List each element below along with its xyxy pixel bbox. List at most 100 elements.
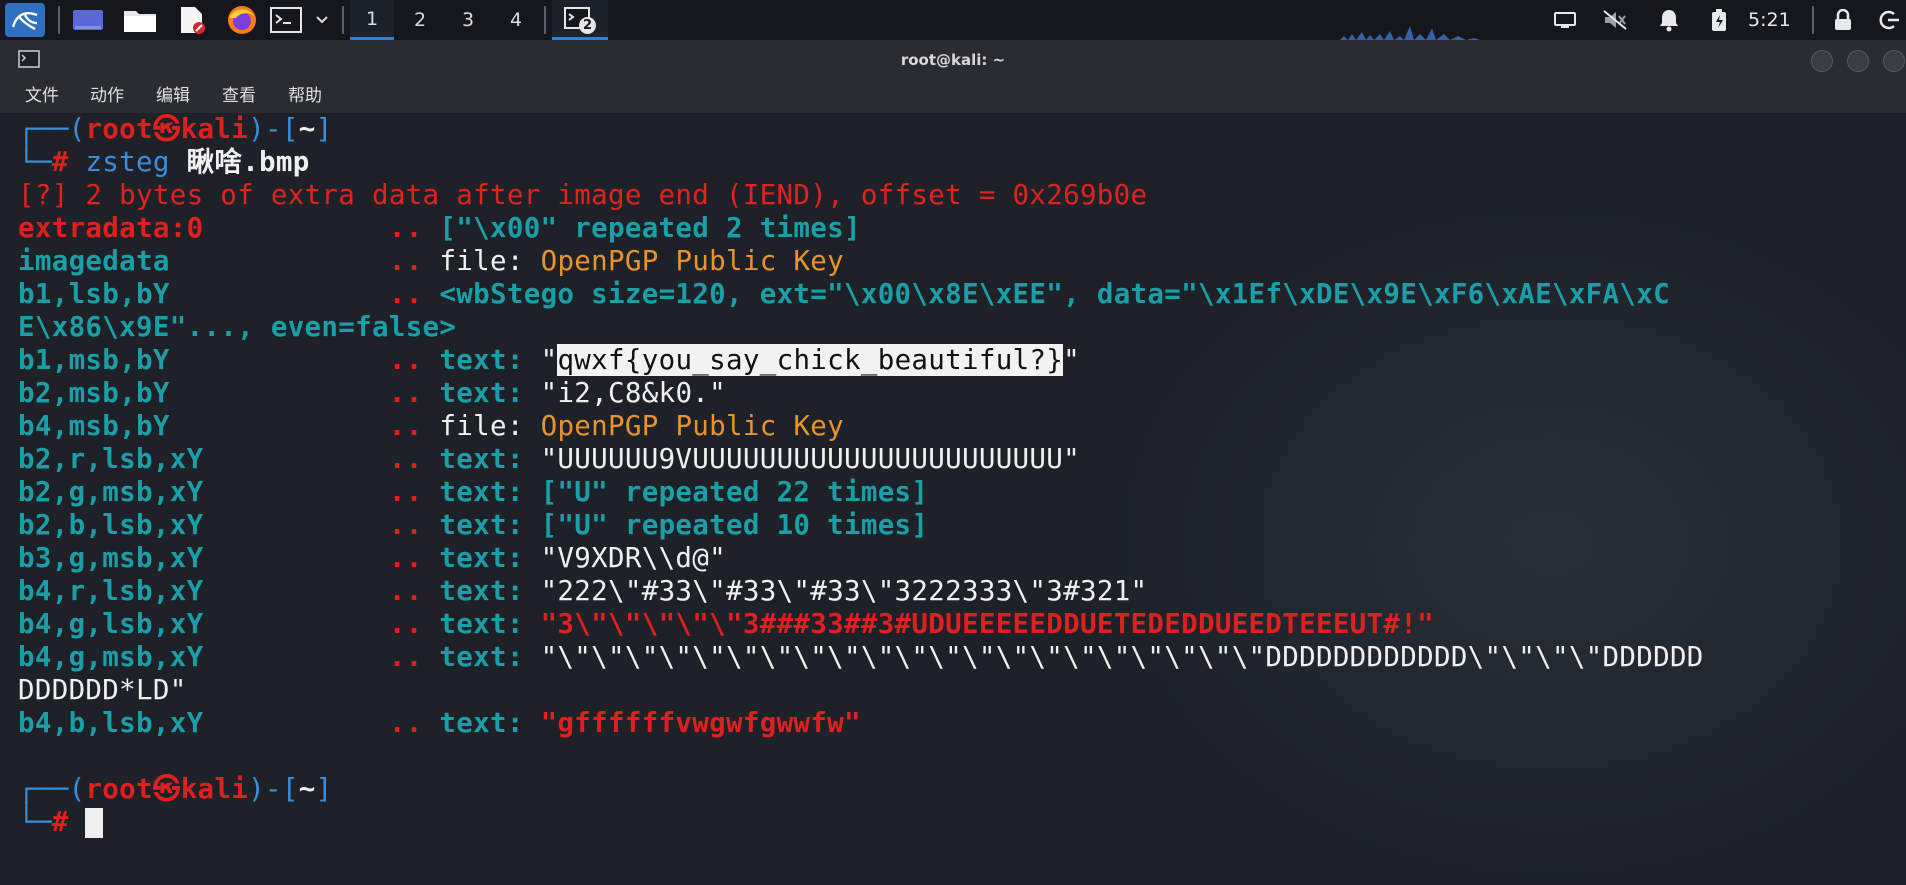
kali-menu-icon[interactable] [4, 0, 46, 40]
row-separator: .. [388, 542, 423, 574]
row-value: "UUUUUU9VUUUUUUUUUUUUUUUUUUUUUU" [540, 443, 1080, 475]
row-type: file: [439, 245, 524, 277]
output-row: extradata:0 .. ["\x00" repeated 2 times] [18, 212, 861, 245]
row-type: file: [439, 410, 524, 442]
menu-view[interactable]: 查看 [222, 79, 256, 113]
prompt-line-2: ┌──(root㉿kali)-[~] [18, 773, 333, 805]
volume-muted-icon[interactable] [1600, 0, 1630, 40]
menu-edit[interactable]: 编辑 [156, 79, 190, 113]
quote: " [540, 344, 558, 376]
highlighted-flag[interactable]: qwxf{you_say_chick_beautiful?} [557, 344, 1064, 376]
prompt-user: root [85, 113, 153, 145]
workspace-2[interactable]: 2 [398, 0, 442, 40]
text-cursor [85, 808, 104, 838]
row-separator: .. [388, 410, 423, 442]
terminal-area[interactable]: ┌──(root㉿kali)-[~] └─# zsteg 瞅啥.bmp [?] … [0, 113, 1906, 885]
row-value: ["U" repeated 10 times] [540, 509, 929, 541]
row-value: "i2,C8&k0." [540, 377, 727, 409]
wrapped-line: E\x86\x9E"..., even=false> [18, 311, 457, 343]
row-type: text: [439, 641, 524, 673]
wrapped-line: DDDDDD*LD" [18, 674, 187, 706]
battery-icon[interactable] [1704, 0, 1734, 40]
row-type: text: [439, 476, 524, 508]
row-key: b4,r,lsb,xY [18, 575, 204, 607]
display-icon[interactable] [1550, 0, 1580, 40]
row-value: ["U" repeated 22 times] [540, 476, 929, 508]
top-panel: 1 2 3 4 2 5:21 [0, 0, 1906, 41]
row-type: text: [439, 377, 524, 409]
text-editor-icon[interactable] [174, 0, 210, 40]
row-key: b2,g,msb,xY [18, 476, 204, 508]
taskbar-terminal-button[interactable]: 2 [552, 0, 608, 40]
input-line[interactable]: └─# [18, 806, 104, 839]
output-row: b2,msb,bY .. text: "i2,C8&k0." [18, 377, 726, 410]
row-separator: .. [388, 509, 423, 541]
row-key: b4,msb,bY [18, 410, 170, 442]
row-separator: .. [388, 377, 423, 409]
output-row: b4,msb,bY .. file: OpenPGP Public Key [18, 410, 844, 443]
menu-help[interactable]: 帮助 [288, 79, 322, 113]
workspace-4[interactable]: 4 [494, 0, 538, 40]
notifications-bell-icon[interactable] [1654, 0, 1684, 40]
show-desktop-icon[interactable] [70, 0, 106, 40]
workspace-1[interactable]: 1 [350, 0, 394, 40]
network-graph-icon [1340, 26, 1480, 40]
row-value: "gffffffvwgwfgwwfw" [540, 707, 861, 739]
file-manager-icon[interactable] [122, 0, 158, 40]
prompt-host: kali [180, 113, 249, 145]
output-row: b2,g,msb,xY .. text: ["U" repeated 22 ti… [18, 476, 928, 509]
row-value: "222\"#33\"#33\"#33\"3222333\"3#321" [540, 575, 1148, 607]
row-key: b3,g,msb,xY [18, 542, 204, 574]
terminal-launcher-icon[interactable] [268, 0, 304, 40]
row-key: extradata:0 [18, 212, 204, 244]
output-row: b1,msb,bY .. text: "qwxf{you_say_chick_b… [18, 344, 1080, 377]
row-separator: .. [388, 476, 423, 508]
row-value: ["\x00" repeated 2 times] [439, 212, 861, 244]
row-key: b2,b,lsb,xY [18, 509, 204, 541]
row-value: OpenPGP Public Key [540, 245, 845, 277]
lock-screen-icon[interactable] [1828, 0, 1858, 40]
output-row: b4,g,msb,xY .. text: "\"\"\"\"\"\"\"\"\"… [18, 641, 1704, 674]
row-value: "V9XDR\\d@" [540, 542, 726, 574]
close-button[interactable] [1883, 50, 1905, 72]
output-row: b2,r,lsb,xY .. text: "UUUUUU9VUUUUUUUUUU… [18, 443, 1080, 476]
command-argument: 瞅啥.bmp [186, 146, 310, 178]
row-key: b4,b,lsb,xY [18, 707, 204, 739]
row-type: text: [439, 575, 524, 607]
row-separator: .. [388, 245, 423, 277]
row-separator: .. [388, 575, 423, 607]
warning-line: [?] 2 bytes of extra data after image en… [18, 179, 1148, 211]
command-line: └─# zsteg 瞅啥.bmp [18, 146, 310, 178]
prompt-dir: ~ [298, 113, 316, 145]
minimize-button[interactable] [1811, 50, 1833, 72]
output-row: b4,r,lsb,xY .. text: "222\"#33\"#33\"#33… [18, 575, 1147, 608]
row-type: text: [439, 707, 524, 739]
chevron-down-icon[interactable] [310, 0, 334, 40]
prompt-line: ┌──(root㉿kali)-[~] [18, 113, 333, 145]
menu-actions[interactable]: 动作 [90, 79, 124, 113]
row-value: "3\"\"\"\"\"3###33##3#UDUEEEEEDDUETEDEDD… [540, 608, 1434, 640]
output-row: b4,b,lsb,xY .. text: "gffffffvwgwfgwwfw" [18, 707, 861, 740]
row-type: text: [439, 344, 524, 376]
row-separator: .. [388, 344, 423, 376]
output-row: b3,g,msb,xY .. text: "V9XDR\\d@" [18, 542, 726, 575]
firefox-icon[interactable] [224, 0, 260, 40]
output-row: b2,b,lsb,xY .. text: ["U" repeated 10 ti… [18, 509, 928, 542]
menu-file[interactable]: 文件 [25, 79, 59, 113]
output-row: imagedata .. file: OpenPGP Public Key [18, 245, 844, 278]
row-value: OpenPGP Public Key [540, 410, 845, 442]
workspace-3[interactable]: 3 [446, 0, 490, 40]
row-value: "\"\"\"\"\"\"\"\"\"\"\"\"\"\"\"\"\"\"\"\… [540, 641, 1704, 673]
logout-icon[interactable] [1874, 0, 1904, 40]
row-separator: .. [388, 608, 423, 640]
row-value: <wbStego size=120, ext="\x00\x8E\xEE", d… [439, 278, 1670, 310]
row-separator: .. [388, 212, 423, 244]
maximize-button[interactable] [1847, 50, 1869, 72]
window-titlebar[interactable]: root@kali: ~ [0, 41, 1906, 79]
row-key: b1,lsb,bY [18, 278, 170, 310]
row-type: text: [439, 443, 524, 475]
menu-bar: 文件 动作 编辑 查看 帮助 [0, 79, 1906, 113]
clock[interactable]: 5:21 [1748, 0, 1791, 40]
output-row: b4,g,lsb,xY .. text: "3\"\"\"\"\"3###33#… [18, 608, 1434, 641]
row-key: b2,msb,bY [18, 377, 170, 409]
